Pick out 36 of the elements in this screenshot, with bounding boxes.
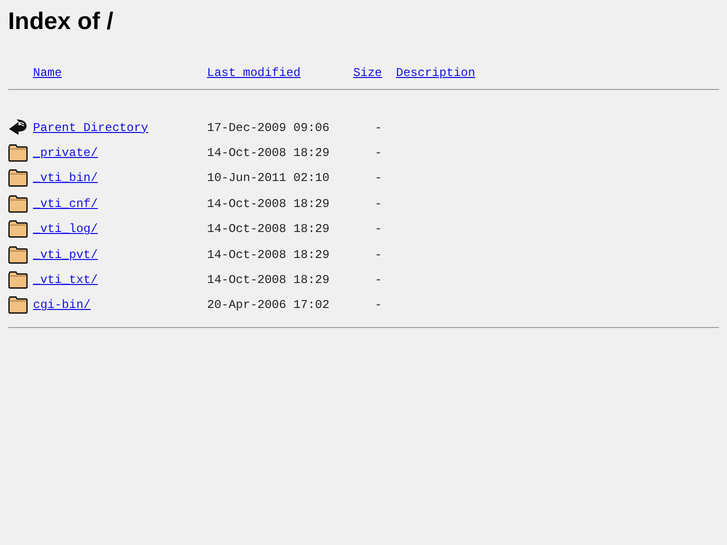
file-link[interactable]: _vti_bin/	[33, 171, 98, 186]
modified-date: 14-Oct-2008 18:29	[207, 146, 330, 160]
file-link[interactable]: _vti_cnf/	[33, 196, 98, 211]
file-size: -	[374, 298, 382, 312]
column-header-link[interactable]: Last modified	[207, 66, 301, 80]
column-header-link[interactable]: Name	[33, 66, 62, 80]
modified-date: 10-Jun-2011 02:10	[207, 171, 330, 186]
column-header-link[interactable]: Size	[353, 66, 382, 80]
file-size: -	[374, 222, 382, 236]
file-size: -	[374, 273, 382, 288]
file-link[interactable]: cgi-bin/	[33, 298, 91, 312]
modified-date: 14-Oct-2008 18:29	[207, 222, 330, 236]
column-header-link[interactable]: Description	[396, 66, 476, 80]
file-link[interactable]: Parent Directory	[33, 120, 148, 135]
folder-icon	[8, 295, 28, 316]
folder-icon	[8, 194, 28, 214]
folder-icon	[8, 270, 28, 290]
file-size: -	[374, 196, 382, 211]
modified-date: 14-Oct-2008 18:29	[207, 248, 330, 262]
folder-icon	[8, 143, 28, 164]
modified-date: 14-Oct-2008 18:29	[207, 273, 330, 288]
file-size: -	[374, 146, 382, 160]
modified-date: 20-Apr-2006 17:02	[207, 298, 330, 312]
file-link[interactable]: _vti_txt/	[33, 273, 98, 288]
file-size: -	[374, 248, 382, 262]
modified-date: 14-Oct-2008 18:29	[207, 196, 330, 211]
file-link[interactable]: _vti_log/	[33, 222, 98, 236]
folder-icon	[8, 168, 28, 188]
file-link[interactable]: _private/	[33, 146, 98, 160]
file-size: -	[374, 171, 382, 186]
file-link[interactable]: _vti_pvt/	[33, 248, 98, 262]
file-size: -	[374, 120, 382, 135]
page-title: Index of /	[8, 8, 114, 36]
folder-icon	[8, 244, 28, 265]
folder-icon	[8, 219, 28, 240]
modified-date: 17-Dec-2009 09:06	[207, 120, 330, 135]
